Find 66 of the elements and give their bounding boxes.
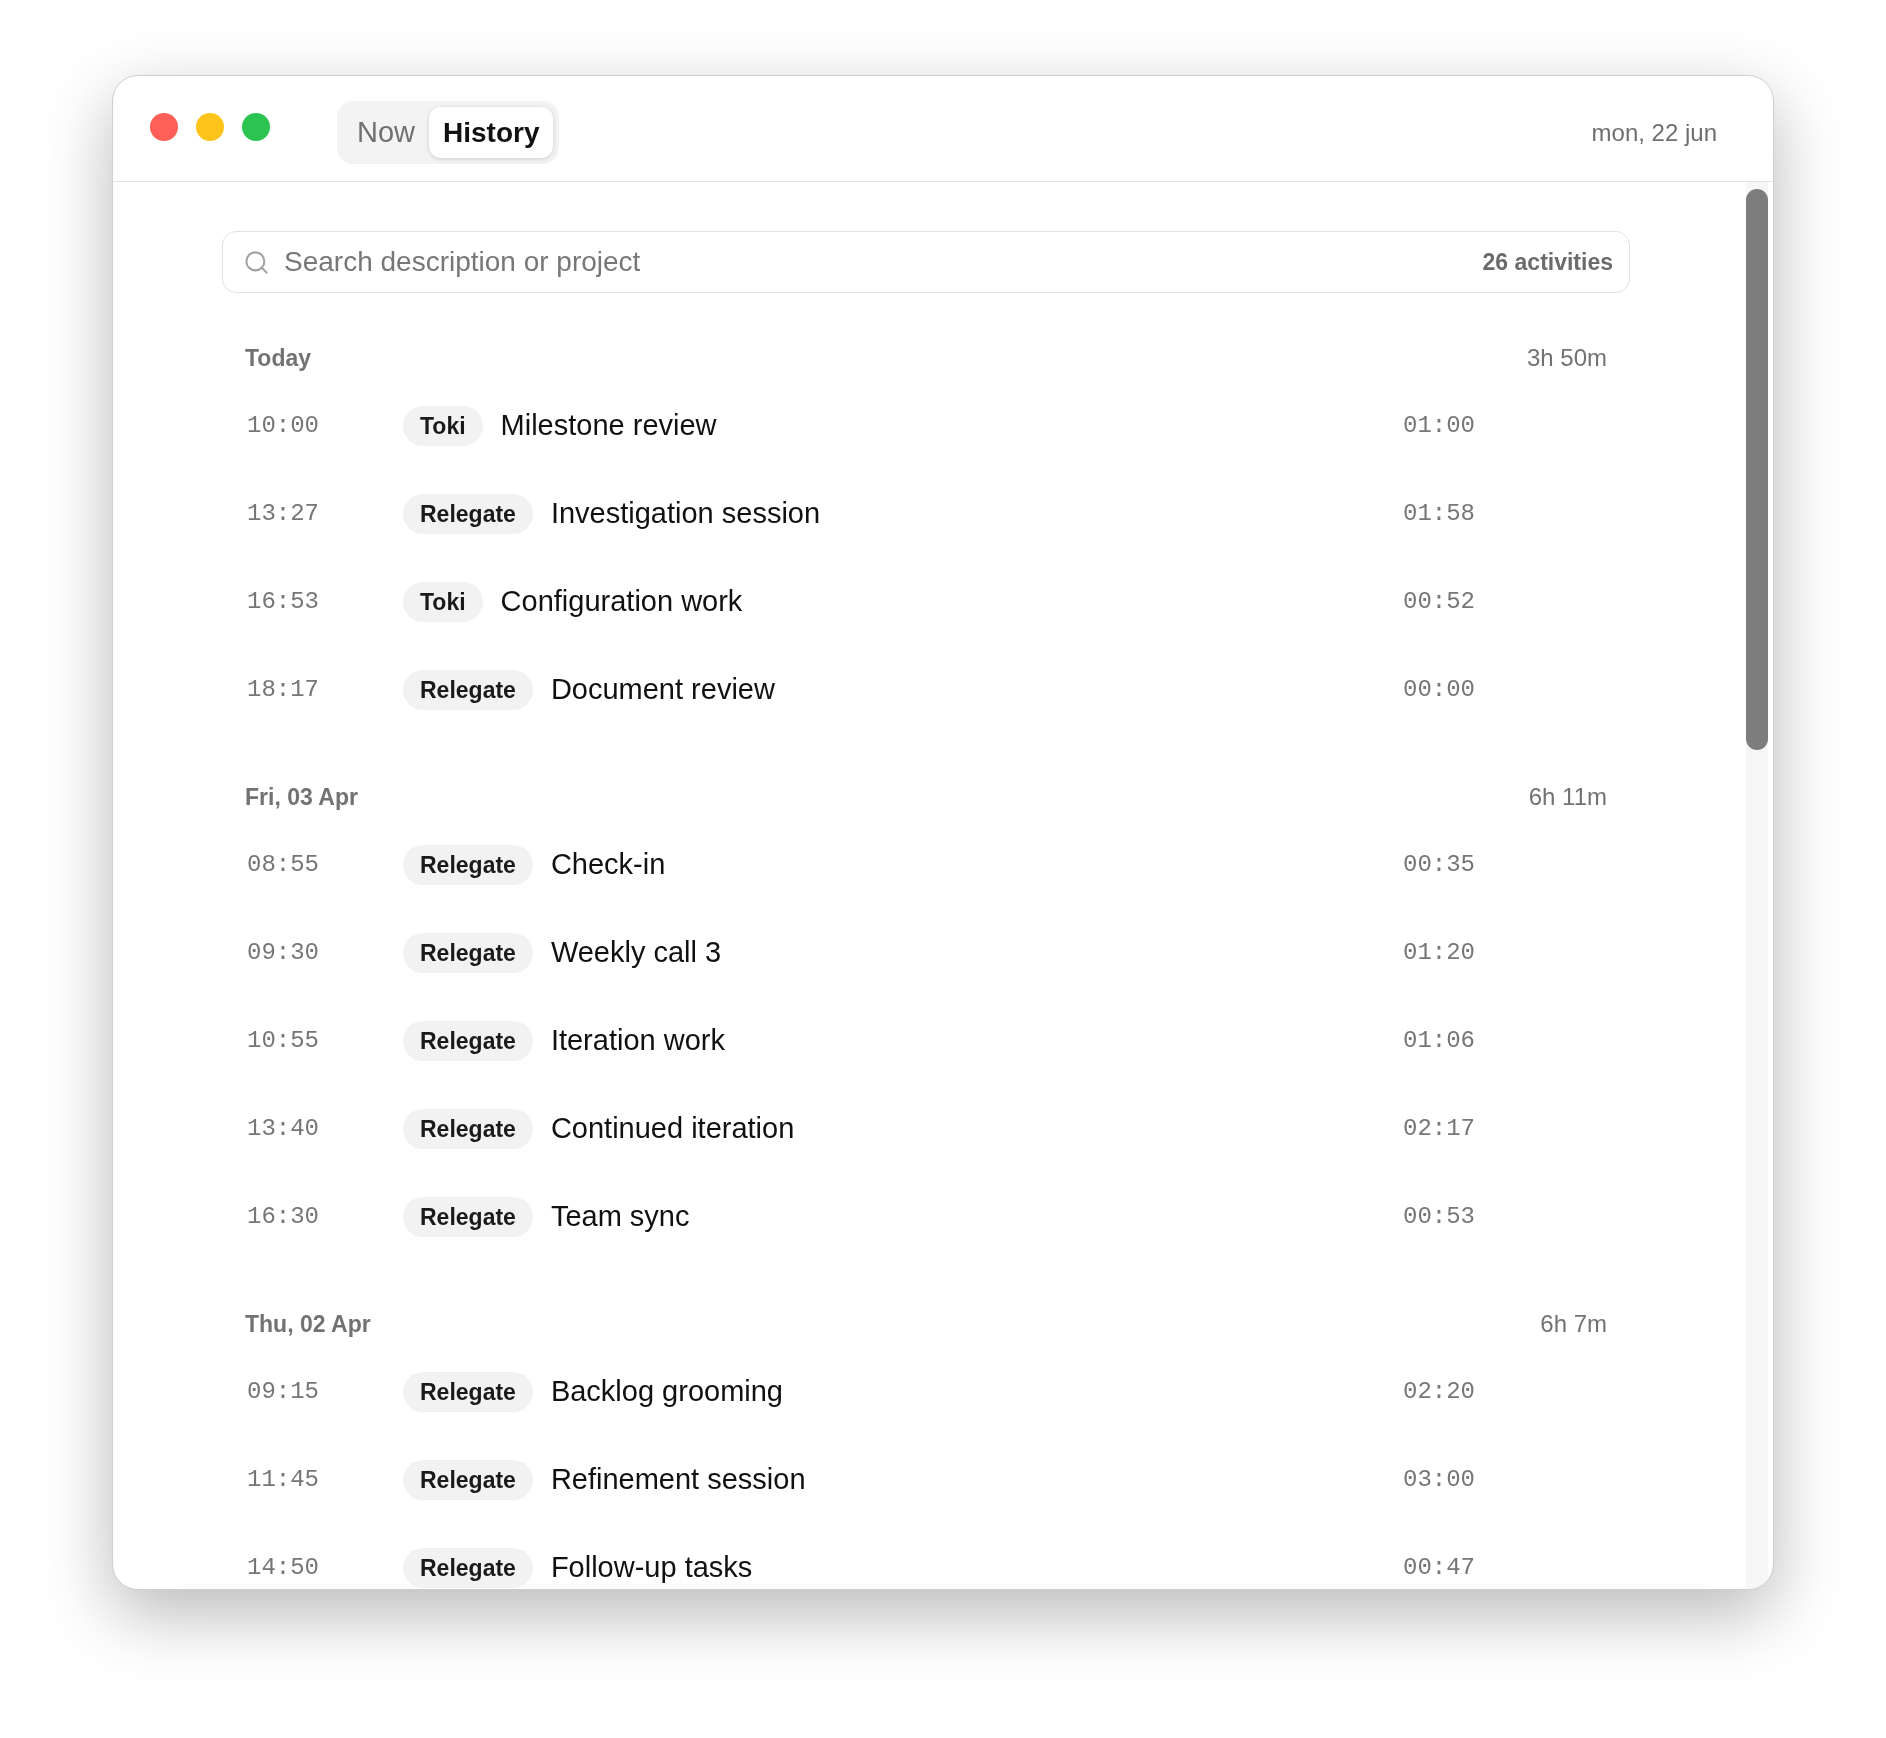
project-tag: Relegate [403,933,533,973]
view-tab[interactable]: Now [343,107,429,158]
day-total: 6h 7m [1540,1309,1607,1339]
day-heading: Fri, 03 Apr [245,782,358,812]
start-time: 13:40 [247,1115,319,1142]
project-tag: Relegate [403,670,533,710]
activity-title: Follow-up tasks [550,1550,753,1586]
start-time: 08:55 [247,851,319,878]
project-tag: Toki [403,406,483,446]
project-tag: Relegate [403,1548,533,1588]
start-time: 14:50 [247,1554,319,1581]
view-tab[interactable]: History [429,107,554,158]
duration-time: 00:53 [1403,1202,1475,1232]
duration-time: 00:35 [1403,850,1475,880]
start-time: 09:30 [247,939,319,966]
search-input[interactable]: Search description or project [284,242,1471,282]
duration-time: 03:00 [1403,1465,1475,1495]
start-time: 18:17 [247,676,319,703]
activity-title: Iteration work [550,1023,725,1059]
start-time: 10:00 [247,412,319,439]
scrollbar-track[interactable] [1746,182,1768,1589]
start-time: 13:27 [247,500,319,527]
start-time: 09:15 [247,1378,319,1405]
start-time: 11:45 [247,1466,319,1493]
day-total: 6h 11m [1528,782,1607,812]
project-tag: Toki [403,582,483,622]
project-tag: Relegate [403,1372,533,1412]
minimize-button[interactable] [196,112,224,141]
activity-title: Check-in [550,847,666,883]
project-tag: Relegate [403,845,533,885]
activity-title: Investigation session [550,496,821,532]
duration-time: 01:58 [1403,499,1475,529]
project-tag: Relegate [403,494,533,534]
project-tag: Relegate [403,1197,533,1237]
activity-title: Configuration work [500,584,743,620]
project-tag: Relegate [403,1460,533,1500]
activity-title: Weekly call 3 [550,935,722,971]
start-time: 16:53 [247,588,319,615]
day-total: 3h 50m [1526,343,1607,373]
duration-time: 01:00 [1403,411,1475,441]
activity-title: Document review [550,672,775,708]
start-time: 16:30 [247,1203,319,1230]
duration-time: 01:20 [1403,938,1475,968]
activity-title: Refinement session [550,1462,806,1498]
day-heading: Today [245,343,312,373]
activity-count: 26 activities [1482,247,1613,277]
close-button[interactable] [150,112,178,141]
duration-time: 02:17 [1403,1114,1475,1144]
start-time: 10:55 [247,1027,319,1054]
duration-time: 00:52 [1403,587,1475,617]
activity-title: Backlog grooming [550,1374,783,1410]
search-field[interactable]: Search description or project 26 activities [222,231,1630,293]
duration-time: 01:06 [1403,1026,1475,1056]
search-icon [243,248,270,276]
maximize-button[interactable] [242,112,270,141]
activity-title: Milestone review [500,408,717,444]
current-date: mon, 22 jun [1591,117,1717,148]
project-tag: Relegate [403,1109,533,1149]
activity-title: Continued iteration [550,1111,795,1147]
duration-time: 00:47 [1403,1553,1475,1583]
duration-time: 00:00 [1403,675,1475,705]
day-heading: Thu, 02 Apr [245,1309,371,1339]
duration-time: 02:20 [1403,1377,1475,1407]
scrollbar-thumb[interactable] [1746,189,1768,750]
project-tag: Relegate [403,1021,533,1061]
activity-title: Team sync [550,1199,690,1235]
